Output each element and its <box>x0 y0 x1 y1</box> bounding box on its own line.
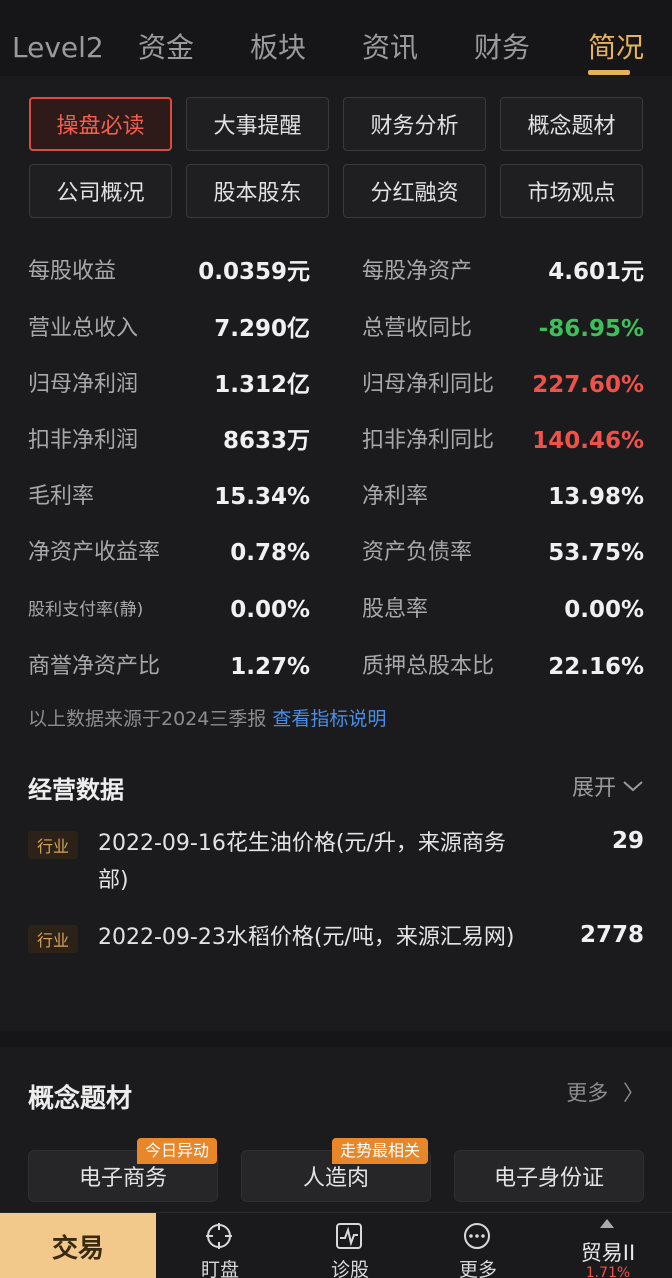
tab-overview[interactable]: 简况 <box>588 28 644 68</box>
nav-diagnose[interactable]: 诊股 <box>290 1213 410 1278</box>
metric-value: 53.75% <box>548 540 644 566</box>
metric-value: 7.290亿 <box>214 316 310 342</box>
arrow-up-icon <box>600 1219 614 1228</box>
top-tab-bar: Level2 资金 板块 资讯 财务 简况 <box>0 0 672 76</box>
metric-label: 股利支付率(静) <box>28 600 144 620</box>
metric-label: 净利率 <box>362 484 429 509</box>
stock-name: 贸易II <box>580 1241 636 1265</box>
chevron-right-icon: 〉 <box>623 1081 644 1105</box>
metric-value: 0.0359元 <box>198 259 310 285</box>
quick-btn-market-views[interactable]: 市场观点 <box>500 164 643 218</box>
chevron-down-icon <box>623 781 643 792</box>
industry-tag: 行业 <box>28 925 78 953</box>
concepts-more-button[interactable]: 更多 〉 <box>566 1077 644 1107</box>
operations-item-value: 29 <box>611 828 644 854</box>
operations-item-text: 2022-09-23水稻价格(元/吨，来源汇易网) <box>98 925 515 950</box>
metric-value: 1.312亿 <box>214 372 310 398</box>
metric-row: 归母净利润 1.312亿 归母净利同比 227.60% <box>0 365 672 405</box>
metric-label: 商誉净资产比 <box>28 654 161 679</box>
metric-value: 0.00% <box>564 597 644 623</box>
metric-row: 毛利率 15.34% 净利率 13.98% <box>0 477 672 517</box>
metric-row: 股利支付率(静) 0.00% 股息率 0.00% <box>0 590 672 630</box>
metric-label: 总营收同比 <box>362 316 473 341</box>
stock-switcher[interactable]: 贸易II 1.71% <box>560 1213 672 1278</box>
data-source-note: 以上数据来源于2024三季报 查看指标说明 <box>28 703 386 735</box>
metric-value: 1.27% <box>230 654 310 680</box>
more-dots-icon <box>464 1223 490 1249</box>
metric-row: 扣非净利润 8633万 扣非净利同比 140.46% <box>0 421 672 461</box>
tab-finance[interactable]: 财务 <box>474 28 530 68</box>
metric-row: 每股收益 0.0359元 每股净资产 4.601元 <box>0 252 672 292</box>
metric-row: 净资产收益率 0.78% 资产负债率 53.75% <box>0 533 672 573</box>
metric-value: 140.46% <box>532 428 644 454</box>
nav-watch[interactable]: 盯盘 <box>160 1213 280 1278</box>
metric-label: 净资产收益率 <box>28 540 161 565</box>
metric-label: 毛利率 <box>28 484 95 509</box>
metric-label: 每股收益 <box>28 259 117 284</box>
nav-label: 诊股 <box>330 1259 369 1278</box>
metric-label: 营业总收入 <box>28 316 139 341</box>
quick-btn-financial-analysis[interactable]: 财务分析 <box>343 97 486 151</box>
bottom-nav-bar: 交易 盯盘 诊股 更多 贸易II 1.71% <box>0 1212 672 1278</box>
metric-label: 归母净利同比 <box>362 372 495 397</box>
operations-expand-button[interactable]: 展开 <box>572 770 644 802</box>
metric-value: 227.60% <box>532 372 644 398</box>
concepts-title: 概念题材 <box>28 1084 133 1114</box>
metric-row: 营业总收入 7.290亿 总营收同比 -86.95% <box>0 309 672 349</box>
tab-news[interactable]: 资讯 <box>362 28 418 68</box>
nav-label: 盯盘 <box>200 1259 239 1278</box>
metric-value: 0.78% <box>230 540 310 566</box>
quick-btn-dividends[interactable]: 分红融资 <box>343 164 486 218</box>
nav-more[interactable]: 更多 <box>418 1213 538 1278</box>
more-label: 更多 <box>566 1081 609 1105</box>
nav-label: 更多 <box>458 1259 497 1278</box>
metric-label: 扣非净利润 <box>28 428 139 453</box>
metric-label: 质押总股本比 <box>362 654 495 679</box>
metric-label: 扣非净利同比 <box>362 428 495 453</box>
indicator-explanation-link[interactable]: 查看指标说明 <box>272 708 386 730</box>
pulse-chart-icon <box>336 1223 362 1249</box>
crosshair-icon <box>206 1223 232 1249</box>
active-tab-indicator <box>588 70 630 75</box>
trade-button[interactable]: 交易 <box>0 1213 156 1278</box>
expand-label: 展开 <box>571 776 616 801</box>
metric-label: 归母净利润 <box>28 372 139 397</box>
metric-value: 15.34% <box>214 484 310 510</box>
quick-btn-trading-must-read[interactable]: 操盘必读 <box>29 97 172 151</box>
metric-label: 股息率 <box>362 597 429 622</box>
operations-title: 经营数据 <box>28 776 124 804</box>
metric-value: 0.00% <box>230 597 310 623</box>
concept-chip[interactable]: 电子身份证 <box>454 1150 644 1202</box>
metric-value: -86.95% <box>538 316 644 342</box>
quick-btn-events[interactable]: 大事提醒 <box>186 97 329 151</box>
tab-funds[interactable]: 资金 <box>138 28 194 68</box>
metric-value: 4.601元 <box>548 259 644 285</box>
metric-row: 商誉净资产比 1.27% 质押总股本比 22.16% <box>0 647 672 687</box>
tab-level2[interactable]: Level2 <box>12 28 104 68</box>
operations-item-value: 2778 <box>579 922 644 948</box>
metric-value: 8633万 <box>222 428 310 454</box>
operations-item-text: 2022-09-16花生油价格(元/升，来源商务部) <box>98 831 506 893</box>
metric-label: 每股净资产 <box>362 259 473 284</box>
quick-btn-shareholders[interactable]: 股本股东 <box>186 164 329 218</box>
metric-value: 22.16% <box>548 654 644 680</box>
concept-badge: 走势最相关 <box>332 1138 429 1164</box>
metric-value: 13.98% <box>548 484 644 510</box>
quick-btn-concepts[interactable]: 概念题材 <box>500 97 643 151</box>
concept-badge: 今日异动 <box>137 1138 218 1164</box>
industry-tag: 行业 <box>28 831 78 859</box>
stock-change-pct: 1.71% <box>585 1265 631 1278</box>
metric-label: 资产负债率 <box>362 540 473 565</box>
quick-btn-company-profile[interactable]: 公司概况 <box>29 164 172 218</box>
data-source-text: 以上数据来源于2024三季报 <box>28 708 267 730</box>
tab-sector[interactable]: 板块 <box>250 28 306 68</box>
